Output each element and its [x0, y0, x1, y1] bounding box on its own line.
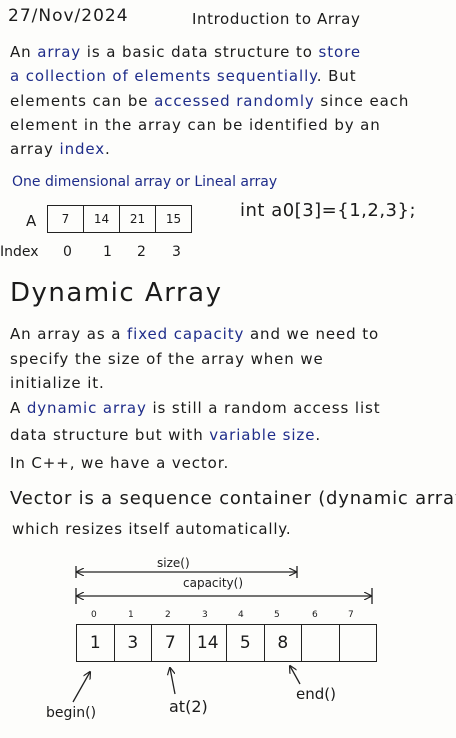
- vector-cells: 1 3 7 14 5 8: [76, 624, 377, 662]
- vector-cell: [340, 625, 377, 661]
- at-label: at(2): [169, 697, 208, 716]
- vector-cell: [302, 625, 340, 661]
- vector-cell: 5: [227, 625, 265, 661]
- end-arrow: [290, 666, 301, 685]
- vector-index: 2: [165, 610, 171, 620]
- vector-index: 0: [91, 610, 97, 620]
- at-arrow: [170, 668, 176, 695]
- begin-arrow: [72, 672, 90, 703]
- vector-cell: 1: [77, 625, 115, 661]
- capacity-label: capacity(): [183, 576, 244, 590]
- vector-index: 5: [274, 610, 280, 620]
- vector-cell: 7: [152, 625, 190, 661]
- vector-index: 3: [202, 610, 208, 620]
- vector-index: 4: [238, 610, 244, 620]
- size-label: size(): [157, 556, 190, 570]
- vector-index: 6: [312, 610, 318, 620]
- vector-index: 1: [128, 610, 134, 620]
- vector-cell: 3: [115, 625, 152, 661]
- begin-label: begin(): [46, 705, 97, 721]
- vector-cell: 14: [190, 625, 227, 661]
- end-label: end(): [296, 685, 336, 703]
- vector-index: 7: [348, 610, 354, 620]
- vector-cell: 8: [265, 625, 302, 661]
